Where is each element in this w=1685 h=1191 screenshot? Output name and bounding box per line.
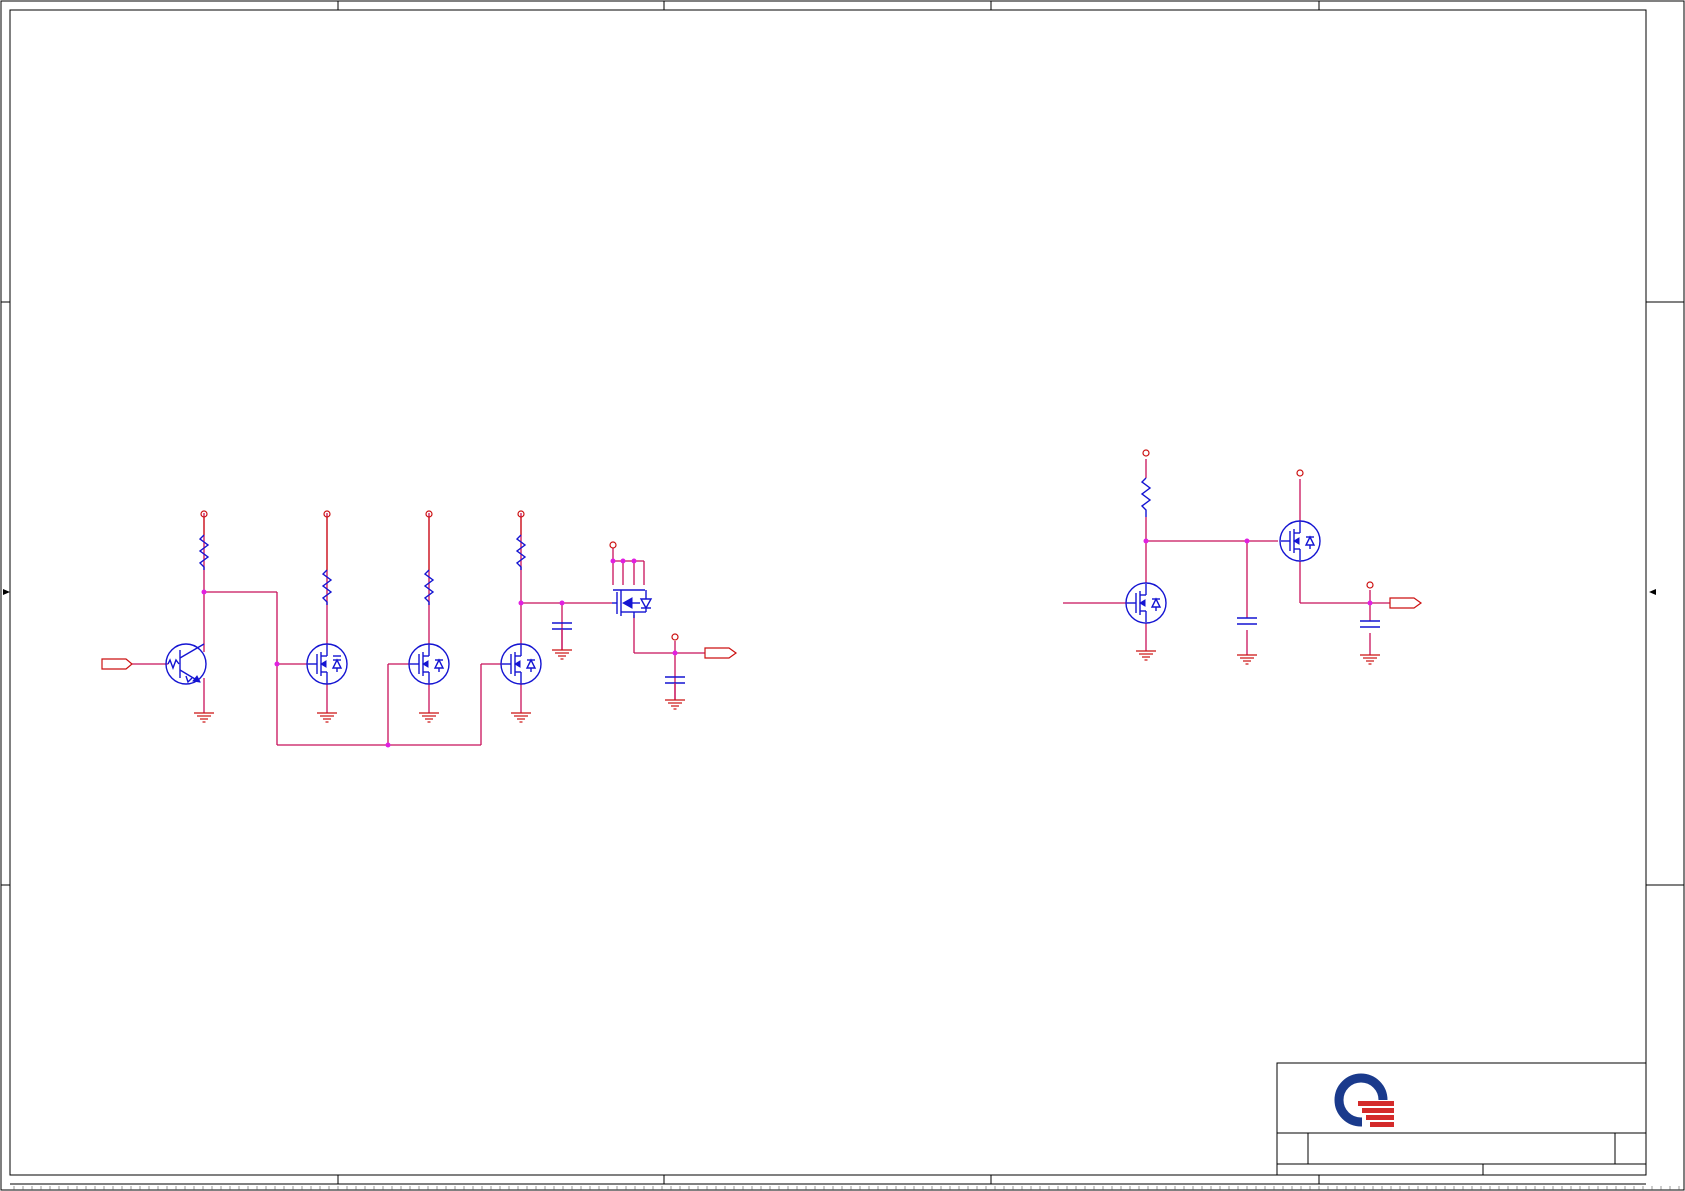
vcc-pin-right-3	[1366, 581, 1374, 589]
mosfet-stage-1[interactable]	[306, 643, 348, 685]
title-block	[1276, 1062, 1647, 1176]
input-port[interactable]	[101, 658, 133, 670]
resistors	[198, 477, 1152, 605]
company-logo	[1334, 1073, 1396, 1128]
ground-symbols	[194, 649, 1380, 723]
junction-dots	[201, 538, 1373, 748]
mosfet-stage-2[interactable]	[408, 643, 450, 685]
ground-icon	[1136, 650, 1156, 661]
ground-icon	[317, 712, 337, 723]
right-input-mosfet[interactable]	[1125, 582, 1167, 624]
ground-icon	[194, 712, 214, 723]
bottom-ruler	[13, 1186, 1680, 1190]
output-switch[interactable]	[612, 589, 653, 618]
vcc-pin-stage-2	[425, 510, 433, 570]
left-circuit-wires	[132, 513, 705, 746]
schematic-sheet	[0, 0, 1685, 1191]
power-pins	[200, 449, 1374, 641]
capacitors	[552, 617, 1380, 700]
vcc-pin-right-2	[1296, 469, 1304, 477]
ground-icon	[419, 712, 439, 723]
vcc-pin-stage-1	[323, 510, 331, 570]
right-output-port[interactable]	[1389, 597, 1423, 609]
vcc-pin-right-1	[1142, 449, 1150, 457]
capacitor-icon	[1360, 620, 1380, 628]
right-circuit-wires	[1063, 459, 1390, 655]
ground-icon	[665, 699, 685, 710]
sheet-border	[0, 0, 1685, 1191]
resistor-icon	[1140, 477, 1152, 517]
input-transistor[interactable]	[165, 643, 207, 685]
ground-icon	[1237, 654, 1257, 665]
right-output-mosfet[interactable]	[1279, 520, 1321, 562]
mosfet-stage-3[interactable]	[500, 643, 542, 685]
ground-icon	[1360, 654, 1380, 665]
ground-icon	[552, 649, 572, 660]
vcc-pin-output	[671, 633, 679, 641]
vcc-pin-switch	[609, 541, 617, 549]
capacitor-icon	[1237, 617, 1257, 625]
ground-icon	[511, 712, 531, 723]
output-port[interactable]	[704, 647, 738, 659]
